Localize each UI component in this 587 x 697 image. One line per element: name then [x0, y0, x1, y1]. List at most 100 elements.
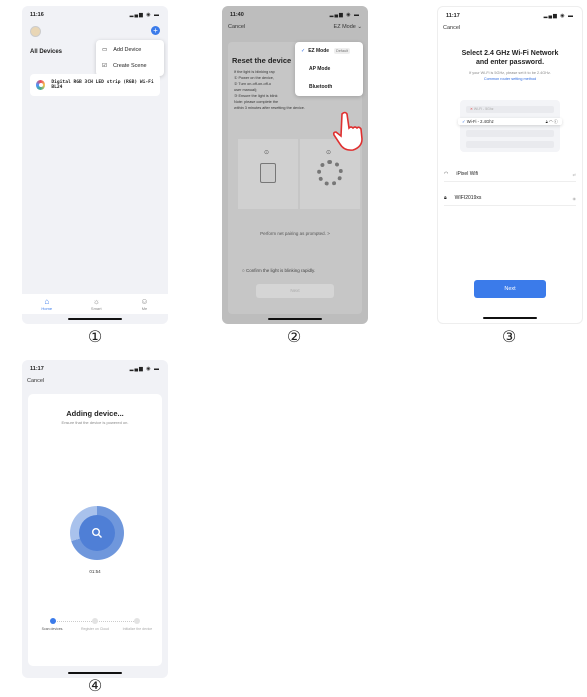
nav-header: Cancel EZ Mode ⌄ — [228, 24, 362, 30]
tab-bar: ⌂ Home ☼ Smart ☺ Me — [22, 294, 168, 314]
wifi-icon: ◠ — [444, 171, 449, 177]
status-bar: 11:16 ▂▄▆ ◉ ▬ — [30, 10, 160, 20]
home-icon: ⌂ — [44, 297, 50, 306]
instruction-line: within 3 minutes after resetting the dev… — [234, 106, 305, 110]
wifi-placeholder-row — [466, 141, 554, 148]
step-dot — [92, 618, 98, 624]
subtitle: If your Wi-Fi is 5GHz, please set it to … — [442, 71, 578, 82]
search-icon — [79, 515, 115, 551]
power-icon: ⊙ — [264, 150, 270, 156]
phone-screen-wifi: 11:17 ▂▄▆ ◉ ▬ Cancel Select 2.4 GHz Wi-F… — [437, 6, 583, 324]
wifi-placeholder-row — [466, 130, 554, 137]
confirm-checkbox[interactable]: ○ Confirm the light is blinking rapidly. — [242, 268, 315, 273]
signal-icon: ▂▄▆ ◉ ▬ — [129, 366, 160, 372]
password-field[interactable]: 🔒︎ WIFI2019xs ◉ — [444, 191, 576, 206]
network-field[interactable]: ◠ iPixel Wifi ⇄ — [444, 167, 576, 182]
home-indicator — [68, 671, 122, 674]
add-device-icon: ▭ — [102, 47, 108, 53]
page-title: Reset the device — [232, 56, 292, 65]
network-name: iPixel Wifi — [456, 171, 479, 177]
check-icon: ✓ — [462, 119, 466, 124]
step-label-2: ② — [286, 327, 302, 346]
x-icon: ✕ — [470, 107, 473, 111]
wifi-illustration: ✕ Wi-Fi - 5Ghz ✓ Wi-Fi - 2.4Ghz 🔒︎ ◠ ⓘ — [458, 100, 562, 152]
step-label: Register on Cloud — [80, 627, 109, 631]
tab-label: Me — [141, 306, 148, 311]
mode-option-label: Bluetooth — [309, 84, 333, 90]
step-label-4: ④ — [87, 676, 103, 695]
perform-link[interactable]: Perform net pairing as prompted. > — [222, 231, 368, 236]
step-register: Register on Cloud — [75, 618, 115, 632]
router-setting-link[interactable]: Common router setting method — [442, 77, 578, 83]
confirm-label: Confirm the light is blinking rapidly. — [245, 268, 316, 273]
mode-option-ez[interactable]: ✓ EZ Mode Default — [295, 42, 363, 60]
tab-label: Home — [41, 306, 53, 311]
step-label-1: ① — [87, 327, 103, 346]
page-title: All Devices — [30, 49, 63, 55]
eye-icon[interactable]: ◉ — [573, 196, 577, 201]
smart-icon: ☼ — [92, 297, 100, 306]
phone-screen-adding: 11:17 ▂▄▆ ◉ ▬ Cancel Adding device... En… — [22, 360, 168, 678]
status-time: 11:40 — [230, 12, 244, 18]
wifi-5g-label: Wi-Fi - 5Ghz — [473, 107, 494, 111]
mode-option-ap[interactable]: AP Mode — [295, 60, 363, 78]
device-card[interactable]: Digital RGB 3CH LED strip (RGB) Wi-Fi BL… — [30, 74, 160, 96]
mode-option-label: AP Mode — [309, 66, 331, 72]
status-bar: 11:40 ▂▄▆ ◉ ▬ — [230, 10, 360, 20]
phone-screen-reset: 11:40 ▂▄▆ ◉ ▬ Cancel EZ Mode ⌄ Reset the… — [222, 6, 368, 324]
status-bar: 11:17 ▂▄▆ ◉ ▬ — [446, 11, 574, 21]
step-dot — [134, 618, 141, 624]
menu-item-create-scene[interactable]: ☑ Create Scene — [96, 58, 164, 74]
signal-icon: ▂▄▆ ◉ ▬ — [129, 12, 160, 18]
step-label: Initialize the device — [122, 627, 153, 631]
menu-item-label: Create Scene — [112, 63, 147, 69]
subtitle: Ensure that the device is powered on. — [61, 420, 129, 425]
avatar[interactable] — [30, 26, 41, 37]
step-initialize: Initialize the device — [117, 618, 157, 632]
checkbox-icon: ○ — [242, 268, 245, 273]
step-dot — [49, 618, 56, 624]
default-tag: Default — [334, 48, 351, 54]
signal-icon: ▂▄▆ ◉ ▬ — [543, 13, 574, 19]
tab-me[interactable]: ☺ Me — [140, 297, 148, 311]
title-line: Select 2.4 GHz Wi-Fi Network — [461, 50, 559, 57]
page-title: Select 2.4 GHz Wi-Fi Network and enter p… — [438, 49, 582, 67]
cancel-button[interactable]: Cancel — [228, 24, 245, 30]
scan-radar — [70, 506, 124, 560]
pointing-hand-icon — [332, 111, 363, 151]
status-time: 11:17 — [30, 366, 44, 372]
cancel-button[interactable]: Cancel — [443, 25, 460, 31]
wifi-5g-row: ✕ Wi-Fi - 5Ghz — [466, 106, 554, 113]
switch-network-icon[interactable]: ⇄ — [573, 172, 576, 177]
countdown-timer: 01:54 — [89, 569, 101, 574]
add-icon[interactable]: + — [151, 26, 160, 35]
led-ring-icon — [317, 159, 343, 186]
menu-item-add-device[interactable]: ▭ Add Device — [96, 42, 164, 58]
title-line: and enter password. — [475, 59, 545, 66]
wifi-24g-label: Wi-Fi - 2.4Ghz — [466, 119, 494, 124]
create-scene-icon: ☑ — [102, 63, 107, 69]
cancel-button[interactable]: Cancel — [27, 378, 44, 384]
phone-screen-home: 11:16 ▂▄▆ ◉ ▬ + All Devices ▭ Add Device… — [22, 6, 168, 324]
check-icon: ✓ — [301, 48, 306, 54]
mode-option-label: EZ Mode — [308, 48, 330, 54]
tab-smart[interactable]: ☼ Smart — [91, 297, 102, 311]
add-menu: ▭ Add Device ☑ Create Scene — [96, 40, 164, 76]
step-label: Scan devices. — [41, 627, 64, 631]
password-value: WIFI2019xs — [454, 195, 482, 201]
me-icon: ☺ — [140, 297, 149, 306]
home-indicator — [268, 317, 322, 320]
signal-icon: ▂▄▆ ◉ ▬ — [329, 12, 360, 18]
tab-home[interactable]: ⌂ Home — [41, 297, 52, 311]
status-time: 11:16 — [30, 12, 44, 18]
menu-item-label: Add Device — [113, 47, 142, 53]
mode-label: EZ Mode — [333, 24, 356, 30]
mode-selector[interactable]: EZ Mode ⌄ — [334, 24, 362, 30]
mode-menu: ✓ EZ Mode Default AP Mode Bluetooth — [295, 42, 363, 96]
lock-icon: 🔒︎ — [444, 195, 447, 201]
step-scan: Scan devices. — [33, 618, 73, 632]
chevron-down-icon: ⌄ — [357, 24, 362, 30]
next-button[interactable]: Next — [256, 284, 334, 298]
mode-option-bluetooth[interactable]: Bluetooth — [295, 78, 363, 96]
next-button[interactable]: Next — [474, 280, 546, 298]
